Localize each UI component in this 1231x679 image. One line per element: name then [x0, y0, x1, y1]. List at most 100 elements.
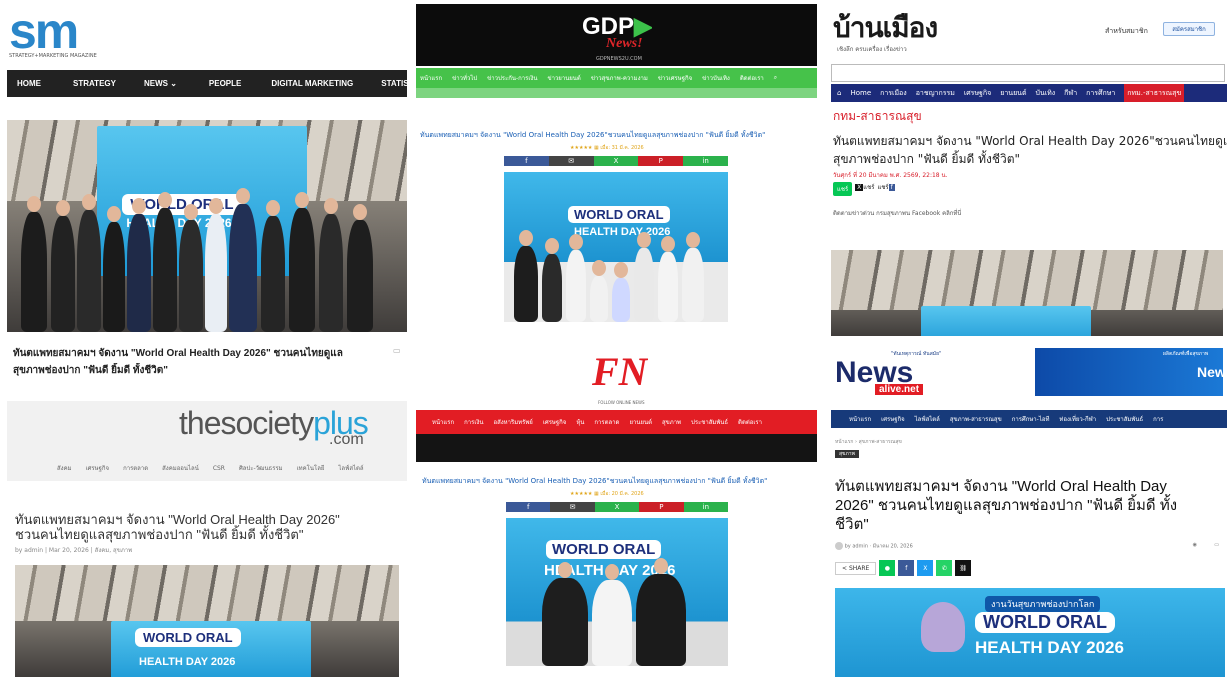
newsalive-nav-item[interactable]: ท่องเที่ยว-กีฬา	[1059, 414, 1096, 424]
newsalive-nav-item[interactable]: ไลฟ์สไตล์	[915, 414, 940, 424]
pinterest-icon[interactable]: P	[639, 502, 684, 512]
newsalive-nav-item[interactable]: เศรษฐกิจ	[881, 414, 905, 424]
bannmuang-nav-item[interactable]: บันเทิง	[1036, 88, 1056, 99]
sm-headline-line2[interactable]: สุขภาพช่องปาก "ฟันดี ยิ้มดี ทั้งชีวิต"	[13, 363, 168, 378]
societyplus-nav-item[interactable]: ไลฟ์สไตล์	[338, 463, 363, 473]
email-icon[interactable]: ✉	[548, 156, 594, 166]
newsalive-title-line2[interactable]: 2026" ชวนคนไทยดูแลสุขภาพช่องปาก "ฟันดี ย…	[835, 493, 1177, 517]
bannmuang-title-line2[interactable]: สุขภาพช่องปาก "ฟันดี ยิ้มดี ทั้งชีวิต"	[833, 150, 1020, 169]
bannmuang-nav-item[interactable]: การศึกษา	[1086, 88, 1115, 99]
newsalive-category-tag[interactable]: สุขภาพ	[835, 450, 859, 458]
sm-nav-statistics[interactable]: STATISTI	[381, 79, 407, 88]
bannmuang-nav-item[interactable]: การเมือง	[880, 88, 907, 99]
gdp-nav-item[interactable]: ติดต่อเรา	[740, 73, 764, 83]
societyplus-nav-item[interactable]: เทคโนโลยี	[297, 463, 325, 473]
fn-nav-item[interactable]: เศรษฐกิจ	[543, 417, 567, 427]
fn-article-title[interactable]: ทันตแพทยสมาคมฯ จัดงาน "World Oral Health…	[422, 476, 767, 487]
bannmuang-byline[interactable]: ติดตามข่าวด่วน กรมสุขภาพน Facebook คลิกท…	[833, 208, 961, 218]
bannmuang-member-link[interactable]: สำหรับสมาชิก	[1105, 26, 1148, 37]
email-icon[interactable]: ✉	[550, 502, 595, 512]
bannmuang-section-label[interactable]: กทม-สาธารณสุข	[833, 107, 922, 126]
fn-nav-item[interactable]: สุขภาพ	[662, 417, 681, 427]
pinterest-icon[interactable]: P	[638, 156, 684, 166]
newsalive-breadcrumb[interactable]: หน้าแรก › สุขภาพ-สาธารณสุข	[835, 438, 902, 446]
facebook-icon[interactable]: f	[898, 560, 915, 576]
sm-nav-strategy[interactable]: STRATEGY	[73, 79, 116, 88]
newsalive-title-line3[interactable]: ชีวิต"	[835, 512, 869, 536]
linkedin-icon[interactable]: in	[683, 156, 728, 166]
bannmuang-nav-item-active[interactable]: กทม.-สาธารณสุข	[1124, 84, 1185, 102]
eye-icon: ◉	[1192, 542, 1197, 548]
newsalive-nav-item[interactable]: การศึกษา-ไอที	[1012, 414, 1050, 424]
societyplus-nav-item[interactable]: ศิลปะ-วัฒนธรรม	[239, 463, 283, 473]
newsalive-nav-item[interactable]: สุขภาพ-สาธารณสุข	[950, 414, 1002, 424]
bannmuang-subscribe-button[interactable]: สมัครสมาชิก	[1163, 22, 1215, 36]
sm-nav-news[interactable]: NEWS ⌄	[144, 79, 177, 88]
bannmuang-hero-photo[interactable]	[831, 250, 1223, 336]
sm-nav-home[interactable]: HOME	[17, 79, 41, 88]
bannmuang-nav-item[interactable]: กีฬา	[1064, 88, 1077, 99]
newsalive-ad-banner[interactable]: ผลิตภัณฑ์เพื่อสุขภาพ News	[1035, 348, 1227, 396]
link-icon[interactable]: ⛓	[955, 560, 972, 576]
societyplus-nav-item[interactable]: CSR	[213, 465, 225, 472]
gdp-hero-photo[interactable]: WORLD ORAL HEALTH DAY 2026	[504, 172, 728, 322]
fn-nav-item[interactable]: การเงิน	[464, 417, 483, 427]
sm-nav-people[interactable]: PEOPLE	[209, 79, 241, 88]
societyplus-nav-item[interactable]: เศรษฐกิจ	[86, 463, 110, 473]
comment-icon[interactable]: ▭	[393, 346, 401, 355]
gdp-article-title[interactable]: ทันตแพทยสมาคมฯ จัดงาน "World Oral Health…	[420, 130, 765, 141]
facebook-icon[interactable]: f	[504, 156, 549, 166]
sm-nav-digital-marketing[interactable]: DIGITAL MARKETING	[271, 79, 353, 88]
facebook-icon[interactable]: f	[506, 502, 551, 512]
sm-logo[interactable]: sm	[9, 4, 77, 58]
societyplus-nav-item[interactable]: การตลาด	[123, 463, 148, 473]
linkedin-icon[interactable]: in	[683, 502, 729, 512]
gdp-nav-item[interactable]: ข่าวบันเทิง	[702, 73, 730, 83]
newsalive-nav-item[interactable]: หน้าแรก	[849, 414, 871, 424]
fn-nav-item[interactable]: หน้าแรก	[432, 417, 454, 427]
fn-nav-item[interactable]: ประชาสัมพันธ์	[691, 417, 728, 427]
gdp-nav-item[interactable]: ข่าวเศรษฐกิจ	[658, 73, 692, 83]
fn-hero-photo[interactable]: WORLD ORAL HEALTH DAY 2026	[506, 518, 728, 666]
share-button[interactable]: < SHARE	[835, 561, 877, 575]
bannmuang-search-input[interactable]	[831, 64, 1225, 82]
fn-nav-item[interactable]: ติดต่อเรา	[738, 417, 762, 427]
bannmuang-nav-item[interactable]: Home	[850, 89, 871, 97]
gdp-nav-item[interactable]: ข่าวสุขภาพ-ความงาม	[591, 73, 648, 83]
line-share-button[interactable]: แชร์	[833, 182, 853, 196]
societyplus-nav-item[interactable]: สังคมออนไลน์	[162, 463, 199, 473]
newsalive-author[interactable]: by admin · มีนาคม 20, 2026	[845, 544, 913, 550]
fn-nav-item[interactable]: หุ้น	[576, 417, 584, 427]
societyplus-title-line2[interactable]: ชวนคนไทยดูแลสุขภาพช่องปาก "ฟันดี ยิ้มดี …	[15, 524, 303, 545]
fn-nav-item[interactable]: การตลาด	[594, 417, 619, 427]
x-share-button[interactable]: X แชร์	[855, 182, 874, 196]
newsalive-nav-item[interactable]: ประชาสัมพันธ์	[1106, 414, 1143, 424]
gdp-nav-item[interactable]: ข่าวทั่วไป	[452, 73, 477, 83]
sm-hero-photo[interactable]: WORLD ORAL HEALTH DAY 2026	[7, 120, 407, 332]
x-icon[interactable]: X	[594, 502, 640, 512]
sm-headline-line1[interactable]: ทันตแพทยสมาคมฯ จัดงาน "World Oral Health…	[13, 346, 343, 361]
societyplus-hero-photo[interactable]: WORLD ORAL HEALTH DAY 2026	[15, 565, 399, 677]
fn-logo[interactable]: FN	[592, 348, 648, 395]
whatsapp-icon[interactable]: ✆	[936, 560, 953, 576]
facebook-share-button[interactable]: แชร์ f	[877, 182, 895, 196]
societyplus-nav-item[interactable]: สังคม	[57, 463, 72, 473]
fn-nav-item[interactable]: อสังหาริมทรัพย์	[493, 417, 532, 427]
search-icon[interactable]: ⌕	[774, 74, 777, 82]
bannmuang-nav-item[interactable]: ยานยนต์	[1000, 88, 1026, 99]
x-icon[interactable]: X	[593, 156, 639, 166]
gdp-nav-item[interactable]: ข่าวยานยนต์	[547, 73, 580, 83]
comment-icon[interactable]: ▭	[1214, 542, 1219, 548]
gdp-nav-item[interactable]: ข่าวประกัน-การเงิน	[487, 73, 537, 83]
newsalive-nav-item[interactable]: การ	[1153, 414, 1163, 424]
line-icon[interactable]: ●	[879, 560, 896, 576]
fn-nav-item[interactable]: ยานยนต์	[629, 417, 652, 427]
newsalive-hero-photo[interactable]: งานวันสุขภาพช่องปากโลก WORLD ORAL HEALTH…	[835, 588, 1225, 677]
x-icon[interactable]: X	[917, 560, 934, 576]
facebook-share-label: แชร์	[877, 184, 889, 191]
bannmuang-title-line1[interactable]: ทันตแพทยสมาคมฯ จัดงาน "World Oral Health…	[833, 132, 1227, 151]
bannmuang-nav-item[interactable]: อาชญากรรม	[916, 88, 955, 99]
gdp-nav-item[interactable]: หน้าแรก	[420, 73, 442, 83]
home-icon[interactable]: ⌂	[837, 89, 841, 97]
bannmuang-nav-item[interactable]: เศรษฐกิจ	[964, 88, 991, 99]
